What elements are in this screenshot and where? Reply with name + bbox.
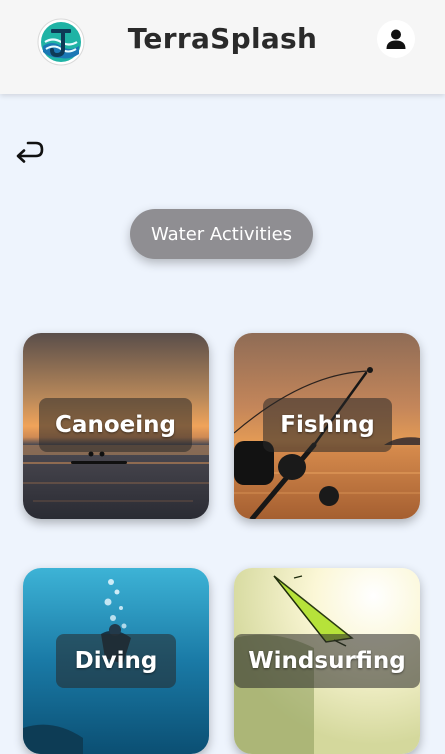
activity-card-windsurfing[interactable]: Windsurfing <box>234 568 420 754</box>
activity-label-diving: Diving <box>56 634 176 688</box>
activity-card-fishing[interactable]: Fishing <box>234 333 420 519</box>
activity-card-diving[interactable]: Diving <box>23 568 209 754</box>
back-button[interactable] <box>14 138 44 166</box>
activity-label-fishing: Fishing <box>263 398 392 452</box>
account-button[interactable] <box>377 20 415 58</box>
water-activities-chip[interactable]: Water Activities <box>130 209 313 259</box>
activity-label-canoeing: Canoeing <box>39 398 192 452</box>
user-icon <box>386 29 406 49</box>
app-header: TerraSplash <box>0 0 445 94</box>
activity-card-canoeing[interactable]: Canoeing <box>23 333 209 519</box>
return-arrow-icon <box>16 141 44 163</box>
activity-label-windsurfing: Windsurfing <box>234 634 420 688</box>
